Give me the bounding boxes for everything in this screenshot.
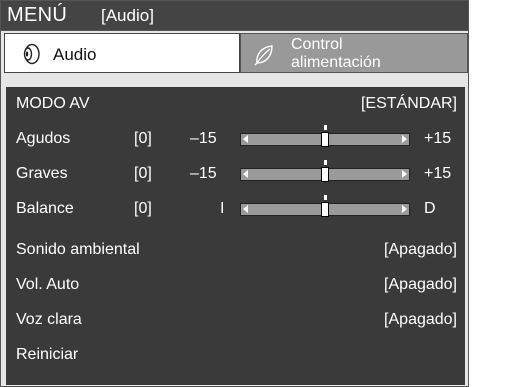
row-agudos[interactable]: Agudos [0] –15 +15 bbox=[6, 124, 465, 156]
row-graves[interactable]: Graves [0] –15 +15 bbox=[6, 159, 465, 191]
balance-slider[interactable] bbox=[240, 195, 410, 217]
sonido-ambiental-value: [Apagado] bbox=[384, 241, 457, 258]
row-reiniciar[interactable]: Reiniciar bbox=[6, 340, 465, 372]
agudos-min-label: –15 bbox=[190, 130, 217, 147]
slider-right-arrow-icon bbox=[402, 135, 407, 143]
vol-auto-label: Vol. Auto bbox=[16, 276, 80, 293]
slider-right-arrow-icon bbox=[402, 205, 407, 213]
row-vol-auto[interactable]: Vol. Auto [Apagado] bbox=[6, 270, 465, 302]
modo-av-label: MODO AV bbox=[16, 95, 90, 112]
graves-slider[interactable] bbox=[240, 160, 410, 182]
tab-control-label-line2: alimentación bbox=[291, 54, 381, 71]
agudos-value: [0] bbox=[134, 130, 152, 147]
row-balance[interactable]: Balance [0] I D bbox=[6, 194, 465, 226]
tab-control-label: Control alimentación bbox=[291, 36, 381, 72]
slider-center-mark bbox=[324, 195, 327, 200]
tab-audio-label: Audio bbox=[53, 45, 97, 64]
graves-max-label: +15 bbox=[424, 165, 452, 182]
slider-center-mark bbox=[324, 125, 327, 130]
voz-clara-label: Voz clara bbox=[16, 311, 82, 328]
slider-right-arrow-icon bbox=[402, 170, 407, 178]
reiniciar-label: Reiniciar bbox=[16, 346, 79, 363]
tab-bar: Audio Control alimentación bbox=[1, 31, 468, 77]
graves-slider-knob[interactable] bbox=[321, 167, 329, 182]
slider-center-mark bbox=[324, 160, 327, 165]
balance-label: Balance bbox=[16, 200, 74, 217]
sonido-ambiental-label: Sonido ambiental bbox=[16, 241, 140, 258]
slider-left-arrow-icon bbox=[243, 135, 248, 143]
row-voz-clara[interactable]: Voz clara [Apagado] bbox=[6, 305, 465, 337]
slider-left-arrow-icon bbox=[243, 170, 248, 178]
row-sonido-ambiental[interactable]: Sonido ambiental [Apagado] bbox=[6, 235, 465, 267]
balance-max-label: D bbox=[424, 200, 436, 217]
agudos-slider[interactable] bbox=[240, 125, 410, 147]
agudos-label: Agudos bbox=[16, 130, 71, 147]
voz-clara-value: [Apagado] bbox=[384, 311, 457, 328]
tab-control-label-line1: Control bbox=[291, 36, 343, 53]
balance-value: [0] bbox=[134, 200, 152, 217]
menu-title: MENÚ bbox=[7, 4, 68, 26]
balance-slider-knob[interactable] bbox=[321, 202, 329, 217]
graves-min-label: –15 bbox=[190, 165, 217, 182]
menu-header: MENÚ [Audio] bbox=[1, 1, 468, 31]
agudos-max-label: +15 bbox=[424, 130, 452, 147]
vol-auto-value: [Apagado] bbox=[384, 276, 457, 293]
tab-audio[interactable]: Audio bbox=[4, 33, 240, 73]
modo-av-value: [ESTÁNDAR] bbox=[360, 95, 457, 112]
balance-min-label: I bbox=[220, 200, 225, 217]
agudos-slider-knob[interactable] bbox=[321, 132, 329, 147]
graves-label: Graves bbox=[16, 165, 68, 182]
slider-left-arrow-icon bbox=[243, 205, 248, 213]
tab-control-alimentacion[interactable]: Control alimentación bbox=[240, 33, 468, 73]
audio-settings-panel: MODO AV [ESTÁNDAR] Agudos [0] –15 +15 Gr… bbox=[6, 87, 465, 385]
row-modo-av[interactable]: MODO AV [ESTÁNDAR] bbox=[6, 89, 465, 121]
menu-section: [Audio] bbox=[101, 6, 154, 25]
tv-menu-window: MENÚ [Audio] Audio Control alimentación bbox=[0, 0, 469, 387]
speaker-icon bbox=[23, 43, 40, 65]
leaf-icon bbox=[254, 45, 273, 66]
graves-value: [0] bbox=[134, 165, 152, 182]
